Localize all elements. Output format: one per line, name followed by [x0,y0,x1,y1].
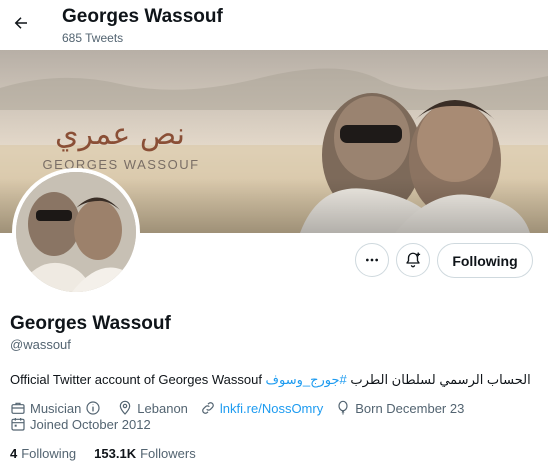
page-edge [548,50,560,468]
profile-name: Georges Wassouf [10,313,171,334]
category-label: Musician [30,400,82,416]
balloon-icon [338,400,348,415]
website-item: lnkfi.re/NossOmry [200,400,323,416]
location-label: Lebanon [137,400,188,416]
bell-plus-icon [406,252,421,268]
profile-header-bar: Georges Wassouf 685 Tweets [0,0,560,50]
joined-row: Joined October 2012 [10,416,163,432]
location-item: Lebanon [117,400,188,416]
avatar[interactable] [16,172,136,292]
avatar-frame[interactable] [12,168,140,296]
banner-arabic-title: نص عمري [55,117,185,152]
notifications-button[interactable] [396,243,430,277]
joined-label: Joined October 2012 [30,416,151,432]
more-button[interactable] [355,243,389,277]
followers-count: 153.1K [94,446,137,461]
birthday-item: Born December 23 [335,400,464,416]
followers-stat-link[interactable]: 153.1K Followers [94,446,196,461]
following-button[interactable]: Following [437,243,533,278]
link-icon [202,402,214,414]
briefcase-icon [11,402,25,414]
category-item: Musician [10,400,105,416]
following-stat-link[interactable]: 4 Following [10,446,76,461]
location-pin-icon [120,400,131,415]
profile-bio: Official Twitter account of Georges Wass… [10,372,531,388]
calendar-icon [11,418,25,431]
profile-handle: @wassouf [10,337,71,352]
follow-stats: 4 Following 153.1K Followers [10,446,214,461]
followers-stat-label: Followers [140,446,196,461]
header-title: Georges Wassouf [62,6,223,27]
website-link[interactable]: lnkfi.re/NossOmry [220,401,323,416]
avatar-photo [16,172,136,292]
birthday-label: Born December 23 [355,400,465,416]
back-arrow-icon[interactable] [8,10,34,36]
tweet-count: 685 Tweets [62,31,124,45]
more-horizontal-icon [366,258,378,262]
bio-hashtag-link[interactable]: #جورج_وسوف [266,372,347,387]
following-count: 4 [10,446,18,461]
following-stat-label: Following [21,446,77,461]
info-icon[interactable] [85,400,101,416]
joined-item: Joined October 2012 [10,416,151,432]
profile-meta: Musician Lebanon lnkfi.re/NossOmry Born … [10,400,476,416]
